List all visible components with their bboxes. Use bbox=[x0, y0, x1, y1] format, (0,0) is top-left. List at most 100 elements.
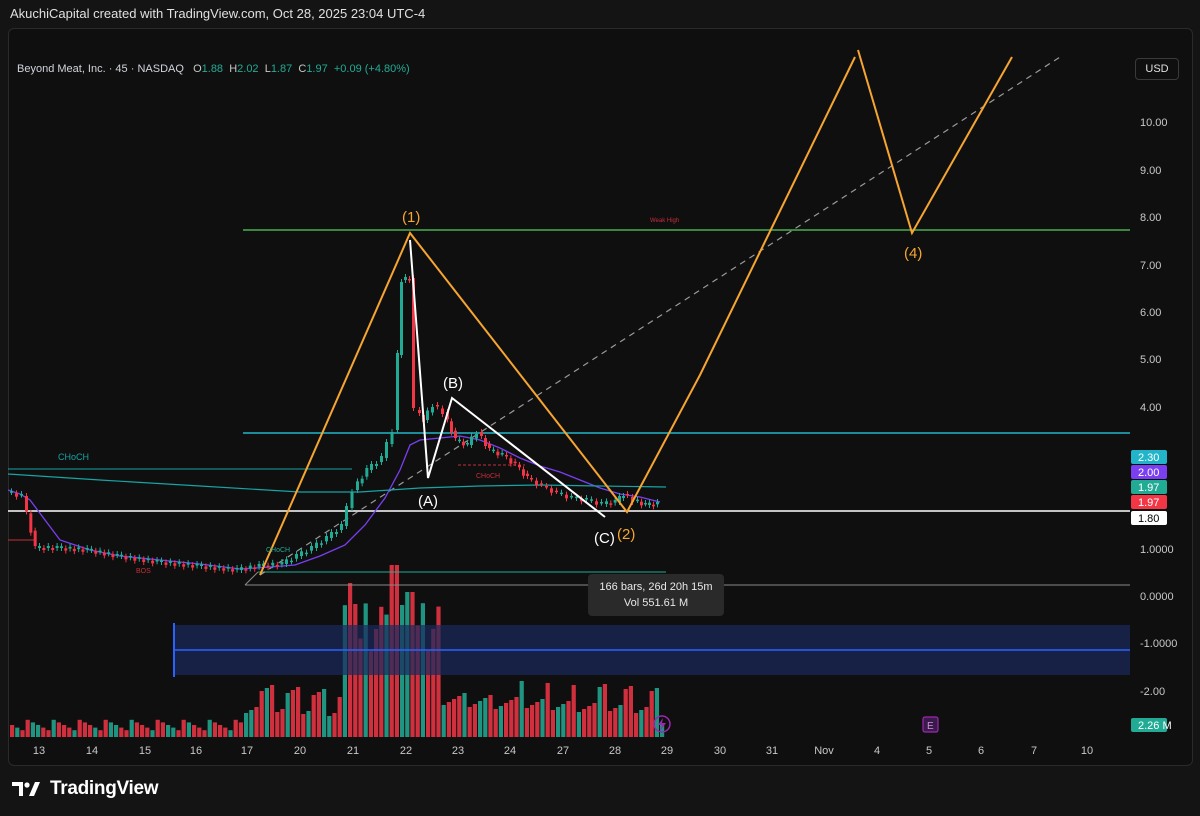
volume-bar bbox=[530, 705, 535, 737]
time-tick-label: 23 bbox=[452, 745, 464, 757]
price-tick-label: 8.00 bbox=[1140, 212, 1161, 224]
candle-body bbox=[315, 542, 318, 548]
volume-bar bbox=[192, 725, 197, 737]
volume-bar bbox=[280, 709, 285, 737]
candle-body bbox=[68, 546, 72, 549]
candle-body bbox=[505, 455, 508, 457]
abc-correction-path[interactable] bbox=[409, 239, 606, 518]
volume-bar bbox=[15, 727, 20, 737]
candle-body bbox=[345, 506, 348, 526]
earnings-e-letter: E bbox=[927, 721, 934, 732]
candle-body bbox=[370, 464, 373, 470]
price-tick-label: 0.0000 bbox=[1140, 591, 1174, 603]
volume-bar bbox=[628, 686, 633, 737]
candle-body bbox=[25, 496, 28, 512]
volume-bar bbox=[488, 695, 493, 737]
footer: TradingView bbox=[0, 766, 1200, 816]
candle-body bbox=[436, 405, 439, 407]
candle-body bbox=[470, 436, 473, 445]
candle-body bbox=[98, 550, 102, 553]
volume-bar bbox=[197, 727, 202, 737]
candle-body bbox=[360, 478, 364, 484]
wave-1-label: (1) bbox=[402, 209, 420, 226]
volume-bar bbox=[145, 727, 150, 737]
volume-bar bbox=[498, 706, 503, 737]
volume-bar bbox=[306, 711, 311, 737]
candle-body bbox=[20, 494, 23, 496]
volume-bar bbox=[259, 691, 264, 737]
volume-bar bbox=[316, 692, 321, 737]
candle-body bbox=[509, 458, 513, 464]
price-tick-label: -1.0000 bbox=[1140, 638, 1177, 650]
volume-bar bbox=[545, 683, 550, 737]
candle-body bbox=[42, 548, 46, 550]
time-tick-label: 31 bbox=[766, 745, 778, 757]
trend-dashed-line[interactable] bbox=[259, 56, 1061, 576]
volume-bar bbox=[46, 730, 51, 737]
candle-body bbox=[107, 552, 111, 554]
candle-body bbox=[488, 444, 491, 448]
candle-body bbox=[81, 549, 85, 552]
elliott-wave-path-2[interactable] bbox=[857, 49, 1013, 236]
measure-tooltip: 166 bars, 26d 20h 15m Vol 551.61 M bbox=[588, 574, 724, 616]
candle-body bbox=[496, 451, 500, 456]
candle-body bbox=[600, 502, 603, 504]
volume-bar bbox=[290, 690, 295, 737]
price-tag-label: 1.97 bbox=[1138, 482, 1159, 494]
volume-bar bbox=[639, 710, 644, 737]
time-tick-label: Nov bbox=[814, 745, 834, 757]
price-tick-label: 6.00 bbox=[1140, 307, 1161, 319]
candle-body bbox=[431, 407, 434, 413]
volume-bar bbox=[472, 704, 477, 737]
price-tag-label: 2.30 bbox=[1138, 452, 1159, 464]
candle-body bbox=[146, 558, 150, 561]
volume-bar bbox=[582, 709, 587, 737]
candle-body bbox=[513, 461, 517, 464]
volume-bar bbox=[441, 705, 446, 737]
price-tag-label: 2.00 bbox=[1138, 467, 1159, 479]
candle-body bbox=[320, 543, 323, 545]
candle-body bbox=[585, 498, 588, 500]
candle-body bbox=[111, 554, 115, 558]
candle-body bbox=[60, 546, 63, 548]
price-chart[interactable]: (1) (2) (4) (A) (B) (C) Weak High CHoCH … bbox=[0, 0, 1200, 766]
tradingview-logo-icon[interactable]: TradingView bbox=[12, 778, 159, 800]
candle-body bbox=[253, 567, 257, 570]
candle-body bbox=[462, 441, 465, 446]
elliott-wave-path[interactable] bbox=[259, 56, 856, 576]
volume-bar bbox=[218, 725, 223, 737]
volume-bar bbox=[285, 693, 290, 737]
candle-body bbox=[565, 494, 568, 499]
time-axis[interactable]: 13 14 15 16 17 20 21 22 23 24 27 28 29 30 31 Nov 4 5 6 7 10 bbox=[33, 745, 1093, 757]
candle-body bbox=[217, 566, 221, 568]
candle-body bbox=[466, 443, 469, 445]
candle-body bbox=[51, 548, 55, 550]
candle-body bbox=[85, 548, 89, 550]
candle-body bbox=[644, 503, 647, 505]
volume-bar bbox=[613, 708, 618, 737]
candle-body bbox=[480, 432, 483, 436]
price-tick-label: -2.00 bbox=[1140, 686, 1165, 698]
volume-bar bbox=[166, 725, 171, 737]
volume-bar bbox=[77, 719, 82, 737]
volume-bar bbox=[493, 709, 498, 737]
time-tick-label: 17 bbox=[241, 745, 253, 757]
volume-bar bbox=[597, 687, 602, 737]
candle-body bbox=[636, 499, 639, 502]
candle-body bbox=[38, 546, 41, 548]
price-axis[interactable]: 10.00 9.00 8.00 7.00 6.00 5.00 4.00 1.0000 0.000… bbox=[1140, 117, 1177, 698]
volume-bar bbox=[254, 707, 259, 737]
candle-body bbox=[120, 554, 123, 557]
volume-bar bbox=[155, 719, 160, 737]
volume-bar bbox=[119, 727, 124, 737]
candle-body bbox=[570, 496, 573, 498]
candle-body bbox=[365, 468, 369, 477]
candle-body bbox=[115, 554, 119, 556]
volume-bar bbox=[181, 719, 186, 737]
time-tick-label: 21 bbox=[347, 745, 359, 757]
volume-bar bbox=[82, 722, 87, 737]
price-tag-label: 1.97 bbox=[1138, 497, 1159, 509]
volume-bar bbox=[10, 725, 15, 737]
candle-body bbox=[168, 561, 172, 563]
time-tick-label: 16 bbox=[190, 745, 202, 757]
